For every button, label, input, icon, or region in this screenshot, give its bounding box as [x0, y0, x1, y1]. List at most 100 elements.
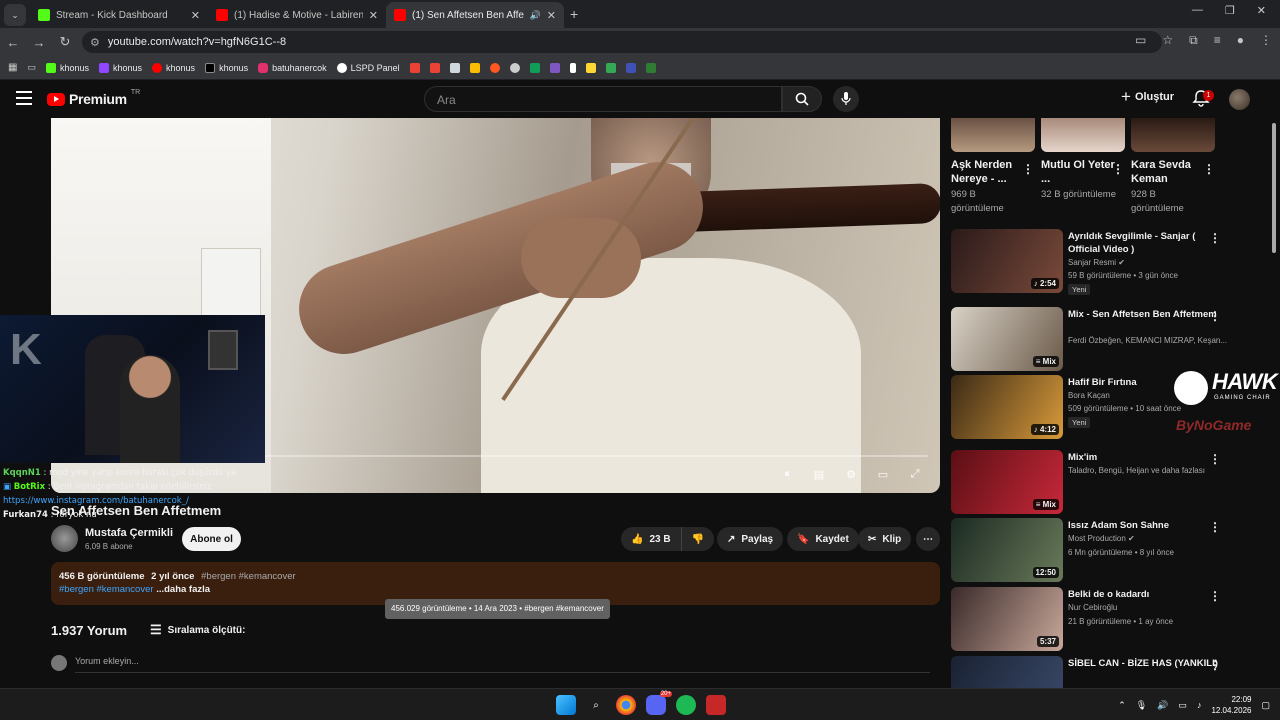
- browser-tab[interactable]: Stream - Kick Dashboard ✕: [30, 2, 208, 28]
- more-actions-button[interactable]: ⋯: [916, 527, 940, 551]
- tray-overflow-icon[interactable]: ⌃: [1118, 700, 1126, 711]
- profile-icon[interactable]: ●: [1237, 33, 1244, 48]
- video-thumbnail[interactable]: ≡ Mix: [951, 307, 1063, 371]
- volume-icon[interactable]: 🔊: [1157, 700, 1168, 711]
- short-item[interactable]: Aşk Nerden Nereye - ... 969 B görüntülem…: [951, 158, 1031, 216]
- clock[interactable]: 22:09 12.04.2026: [1211, 694, 1251, 716]
- folder-icon[interactable]: ▭: [27, 62, 36, 73]
- dislike-button[interactable]: 👎: [681, 527, 715, 551]
- browser-tab[interactable]: (1) Hadise & Motive - Labirent ( ✕: [208, 2, 386, 28]
- close-tab-icon[interactable]: ✕: [191, 9, 200, 22]
- extension-icon[interactable]: [489, 62, 500, 73]
- video-thumbnail[interactable]: 5:37: [951, 587, 1063, 651]
- sort-comments-button[interactable]: ☰ Sıralama ölçütü:: [150, 622, 245, 638]
- recommended-mix[interactable]: ≡ Mix Mix - Sen Affetsen Ben Affetmem Fe…: [951, 307, 1261, 371]
- menu-hamburger-icon[interactable]: [16, 91, 32, 105]
- notification-center-icon[interactable]: ▢: [1261, 700, 1270, 711]
- capcut-icon[interactable]: [569, 62, 576, 73]
- youtube-premium-logo[interactable]: Premium TR: [47, 89, 140, 107]
- app-icon[interactable]: [706, 695, 726, 715]
- short-item[interactable]: Mutlu Ol Yeter ... 32 B görüntüleme: [1041, 158, 1121, 202]
- minimize-icon[interactable]: —: [1192, 4, 1203, 17]
- video-thumbnail[interactable]: ♪ 4:12: [951, 375, 1063, 439]
- address-bar[interactable]: ⚙ youtube.com/watch?v=hgfN6G1C--8: [82, 31, 1162, 53]
- bookmark-item[interactable]: khonus: [45, 62, 89, 73]
- recommended-video[interactable]: 5:37 Belki de o kadardı Nur Cebiroğlu 21…: [951, 587, 1261, 651]
- apps-grid-icon[interactable]: ▦: [8, 62, 17, 73]
- speaker-icon[interactable]: ♪: [1197, 700, 1202, 710]
- more-dots-icon[interactable]: ⋮: [1209, 589, 1221, 603]
- gmail-icon[interactable]: [429, 62, 440, 73]
- recommended-mix[interactable]: ≡ Mix Mix'im Taladro, Bengü, Heijan ve d…: [951, 450, 1261, 514]
- bookmark-item[interactable]: khonus: [152, 62, 195, 73]
- clip-button[interactable]: ✂ Klip: [858, 527, 912, 551]
- bookmark-item[interactable]: khonus: [205, 62, 248, 73]
- chrome-icon[interactable]: [616, 695, 636, 715]
- show-more-link[interactable]: ...daha fazla: [156, 584, 210, 595]
- voice-search-button[interactable]: [833, 86, 859, 112]
- add-comment-input[interactable]: Yorum ekleyin...: [75, 656, 930, 673]
- network-icon[interactable]: ▭: [1178, 700, 1187, 711]
- bookmark-item[interactable]: batuhanercok: [258, 62, 327, 73]
- like-button[interactable]: 👍 23 B: [621, 527, 682, 551]
- mail-icon[interactable]: [469, 62, 480, 73]
- save-button[interactable]: 🔖 Kaydet: [787, 527, 859, 551]
- pause-icon[interactable]: ⏸: [776, 463, 798, 485]
- browser-tab-active[interactable]: (1) Sen Affetsen Ben Affetm 🔊 ✕: [386, 2, 564, 28]
- notion-icon[interactable]: [625, 62, 636, 73]
- spotify-icon[interactable]: [676, 695, 696, 715]
- theater-mode-icon[interactable]: ▭: [872, 463, 894, 485]
- gmail-icon[interactable]: [409, 62, 420, 73]
- more-dots-icon[interactable]: ⋮: [1203, 162, 1215, 176]
- recommended-video[interactable]: SİBEL CAN - BİZE HAS (YANKILI) ⋮: [951, 656, 1261, 688]
- more-dots-icon[interactable]: ⋮: [1209, 658, 1221, 672]
- windows-start-icon[interactable]: [556, 695, 576, 715]
- short-thumbnail[interactable]: [1041, 118, 1125, 152]
- chatgpt-icon[interactable]: [509, 62, 520, 73]
- sheets-icon[interactable]: [529, 62, 540, 73]
- menu-dots-icon[interactable]: ⋮: [1260, 33, 1272, 48]
- video-thumbnail[interactable]: ≡ Mix: [951, 450, 1063, 514]
- close-window-icon[interactable]: ✕: [1257, 4, 1266, 17]
- reload-icon[interactable]: ↻: [52, 34, 78, 50]
- short-thumbnail[interactable]: [1131, 118, 1215, 152]
- more-dots-icon[interactable]: ⋮: [1209, 452, 1221, 466]
- bookmark-star-icon[interactable]: ☆: [1162, 33, 1173, 48]
- channel-avatar[interactable]: [51, 525, 78, 552]
- close-tab-icon[interactable]: ✕: [369, 9, 378, 22]
- discord-icon[interactable]: 20+: [646, 691, 672, 715]
- video-thumbnail[interactable]: ♪ 2:54: [951, 229, 1063, 293]
- forward-icon[interactable]: →: [26, 35, 52, 50]
- video-thumbnail[interactable]: 12:50: [951, 518, 1063, 582]
- new-tab-button[interactable]: +: [570, 6, 578, 22]
- subscribe-button[interactable]: Abone ol: [182, 527, 241, 551]
- audio-playing-icon[interactable]: 🔊: [530, 10, 541, 21]
- back-icon[interactable]: ←: [0, 35, 26, 50]
- excel-icon[interactable]: [645, 62, 656, 73]
- video-thumbnail[interactable]: [951, 656, 1063, 688]
- hashtag-link[interactable]: #bergen #kemancover: [59, 584, 154, 595]
- more-dots-icon[interactable]: ⋮: [1112, 162, 1124, 176]
- bookmark-item[interactable]: khonus: [99, 62, 142, 73]
- recommended-video[interactable]: ♪ 2:54 Ayrıldık Sevgilimle - Sanjar ( Of…: [951, 229, 1261, 295]
- restore-icon[interactable]: ❐: [1225, 4, 1235, 17]
- docs-icon[interactable]: [449, 62, 460, 73]
- tab-search-button[interactable]: ⌄: [4, 4, 26, 26]
- microphone-icon[interactable]: 🎙: [1136, 700, 1147, 711]
- site-info-icon[interactable]: ⚙: [90, 36, 100, 49]
- share-button[interactable]: ↗ Paylaş: [717, 527, 784, 551]
- more-dots-icon[interactable]: ⋮: [1209, 231, 1221, 245]
- more-dots-icon[interactable]: ⋮: [1209, 520, 1221, 534]
- fullscreen-icon[interactable]: ⤢: [904, 463, 926, 485]
- settings-gear-icon[interactable]: ⚙: [840, 463, 862, 485]
- bookmark-item[interactable]: LSPD Panel: [336, 62, 400, 73]
- search-button[interactable]: [782, 86, 822, 112]
- forms-icon[interactable]: [549, 62, 560, 73]
- page-scrollbar[interactable]: [1271, 118, 1277, 688]
- cast-icon[interactable]: ▭: [1135, 33, 1146, 48]
- channel-name[interactable]: Mustafa Çermikli: [85, 527, 173, 539]
- extensions-icon[interactable]: ⧉: [1189, 33, 1198, 48]
- recommended-video[interactable]: 12:50 Issız Adam Son Sahne Most Producti…: [951, 518, 1261, 582]
- more-dots-icon[interactable]: ⋮: [1209, 309, 1221, 323]
- scrollbar-thumb[interactable]: [1272, 123, 1276, 253]
